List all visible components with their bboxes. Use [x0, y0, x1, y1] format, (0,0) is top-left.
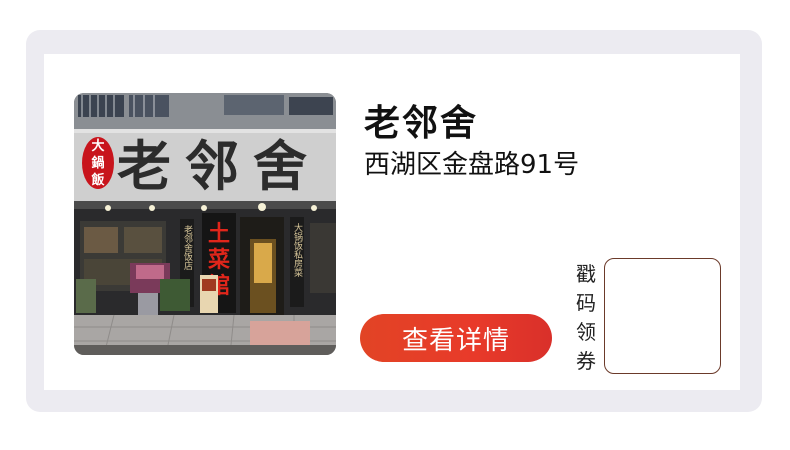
stamp-label-char: 码: [576, 291, 596, 315]
photo-banner-left: 老邻舍饭店: [182, 224, 193, 271]
photo-red-sign-char: 土: [208, 222, 230, 247]
stamp-code-box[interactable]: [604, 258, 721, 374]
stamp-label-char: 领: [576, 320, 596, 344]
photo-banner-right: 大锅饭私房菜: [292, 222, 303, 278]
photo-sign-text: 老邻舍: [117, 134, 321, 198]
stamp-label-char: 券: [576, 349, 596, 373]
view-details-button[interactable]: 查看详情: [360, 314, 552, 362]
shop-photo[interactable]: 大 鍋 飯 老邻舍 老邻舍饭店 土 菜 馆 大锅饭私房菜: [74, 93, 336, 355]
photo-badge-char: 飯: [90, 172, 104, 188]
card-frame: 大 鍋 飯 老邻舍 老邻舍饭店 土 菜 馆 大锅饭私房菜 老邻舍 西湖区金盘路9…: [26, 30, 762, 412]
stamp-label-char: 戳: [576, 262, 596, 286]
shop-name: 老邻舍: [364, 102, 479, 144]
photo-red-sign-char: 菜: [207, 248, 230, 273]
shop-address: 西湖区金盘路91号: [364, 150, 580, 180]
photo-badge-char: 鍋: [91, 155, 104, 171]
shop-card[interactable]: 大 鍋 飯 老邻舍 老邻舍饭店 土 菜 馆 大锅饭私房菜 老邻舍 西湖区金盘路9…: [44, 54, 740, 390]
photo-badge-char: 大: [91, 138, 104, 154]
stamp-coupon-label: 戳 码 领 券: [572, 260, 600, 376]
